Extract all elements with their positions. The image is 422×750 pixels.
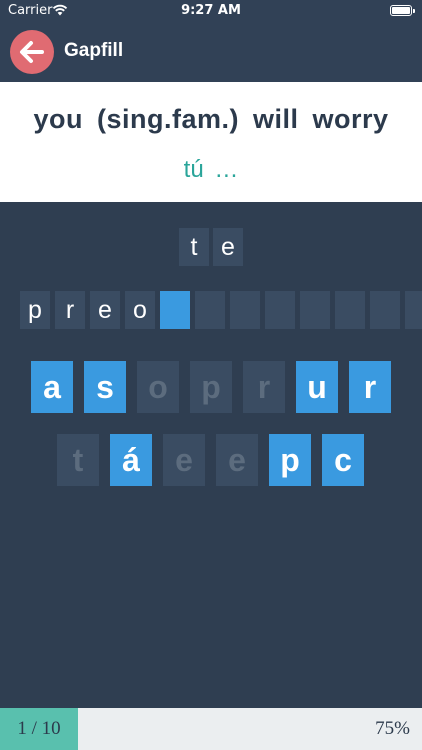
letter-key: t	[57, 434, 99, 486]
letter-key[interactable]: u	[296, 361, 338, 413]
answer-prefix-tile: t	[179, 228, 209, 266]
letter-key[interactable]: r	[349, 361, 391, 413]
english-prompt: you (sing.fam.) will worry	[33, 104, 389, 134]
slot-letter: o	[133, 296, 147, 324]
letter-key[interactable]: a	[31, 361, 73, 413]
clock: 9:27 AM	[181, 3, 241, 18]
answer-prefix-tile: e	[213, 228, 243, 266]
letter-key: p	[190, 361, 232, 413]
letter-key: o	[137, 361, 179, 413]
letter-slot[interactable]	[405, 291, 422, 329]
battery-icon	[390, 5, 412, 16]
letter-key: r	[243, 361, 285, 413]
battery-tip	[413, 9, 415, 13]
letter-slot[interactable]	[335, 291, 365, 329]
letter-slot[interactable]	[370, 291, 400, 329]
score-percent: 75%	[375, 718, 410, 739]
progress-bar: 1 / 10 75%	[0, 708, 422, 750]
prompt-panel: you (sing.fam.) will worry tú …	[0, 82, 422, 202]
letter-key[interactable]: p	[269, 434, 311, 486]
letter-slot[interactable]	[265, 291, 295, 329]
back-button[interactable]	[10, 30, 54, 74]
letter-key: e	[216, 434, 258, 486]
letter-slot: p	[20, 291, 50, 329]
letter-key[interactable]: s	[84, 361, 126, 413]
letter-key: e	[163, 434, 205, 486]
letter-key[interactable]: c	[322, 434, 364, 486]
active-slot[interactable]	[160, 291, 190, 329]
slot-letter: e	[98, 296, 112, 324]
letter-slot[interactable]	[195, 291, 225, 329]
slot-letter: r	[65, 296, 75, 324]
letter-slot[interactable]	[300, 291, 330, 329]
letter-slot[interactable]	[230, 291, 260, 329]
letter-slot: o	[125, 291, 155, 329]
progress-count: 1 / 10	[0, 708, 78, 750]
status-bar: Carrier 9:27 AM	[0, 0, 422, 22]
letter-slot: e	[90, 291, 120, 329]
letter-slot: r	[55, 291, 85, 329]
spanish-hint: tú …	[183, 156, 239, 183]
page-title: Gapfill	[64, 40, 124, 61]
slot-letter: p	[28, 296, 42, 324]
arrow-left-icon	[20, 41, 44, 63]
nav-bar: Gapfill	[0, 22, 422, 82]
letter-key[interactable]: á	[110, 434, 152, 486]
